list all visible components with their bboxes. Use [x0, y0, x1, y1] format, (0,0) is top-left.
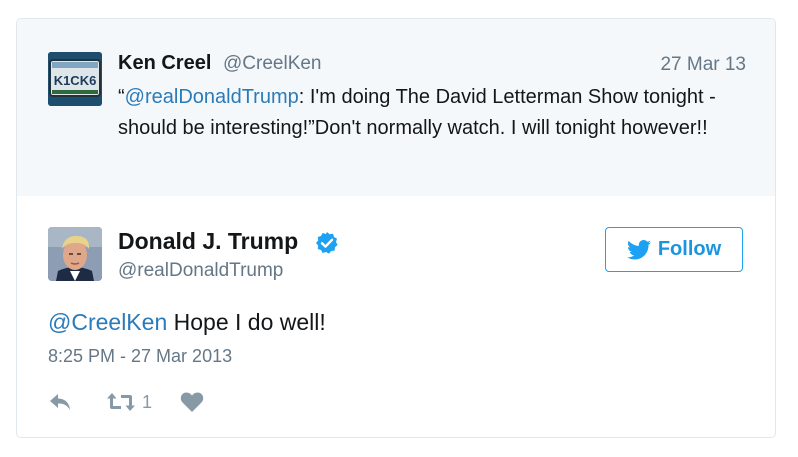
tweet-text: @CreelKen Hope I do well! [48, 309, 326, 336]
tweet-actions: 1 [48, 389, 204, 415]
author-avatar[interactable] [48, 227, 102, 281]
parent-tweet-date[interactable]: 27 Mar 13 [660, 54, 746, 76]
mention-link-creelken[interactable]: @CreelKen [48, 309, 167, 335]
twitter-bird-icon [626, 239, 651, 259]
parent-tweet[interactable]: K1CK6 Ken Creel @CreelKen 27 Mar 13 “@re… [17, 19, 775, 196]
parent-author-name[interactable]: Ken Creel [118, 52, 211, 75]
license-plate-text: K1CK6 [54, 73, 97, 88]
follow-label: Follow [657, 238, 722, 260]
embedded-tweet-card: K1CK6 Ken Creel @CreelKen 27 Mar 13 “@re… [16, 18, 776, 438]
parent-avatar[interactable]: K1CK6 [48, 52, 102, 106]
author-handle[interactable]: @realDonaldTrump [118, 260, 283, 282]
like-action[interactable] [180, 391, 204, 413]
reply-icon [50, 394, 70, 410]
retweet-icon [107, 393, 135, 411]
retweet-action[interactable]: 1 [106, 391, 152, 413]
parent-author-handle[interactable]: @CreelKen [223, 53, 322, 75]
open-quote: “ [118, 86, 125, 108]
mention-link-realdonaldtrump[interactable]: @realDonaldTrump [125, 86, 299, 108]
retweet-count: 1 [142, 391, 153, 412]
heart-icon [180, 392, 204, 412]
parent-tweet-text: “@realDonaldTrump: I'm doing The David L… [118, 82, 753, 144]
reply-action[interactable] [48, 391, 74, 413]
verified-badge-icon [316, 232, 338, 254]
follow-button[interactable]: Follow [605, 227, 743, 272]
tweet-timestamp[interactable]: 8:25 PM - 27 Mar 2013 [48, 346, 232, 367]
author-name[interactable]: Donald J. Trump [118, 228, 298, 255]
tweet-body: Hope I do well! [167, 309, 326, 335]
